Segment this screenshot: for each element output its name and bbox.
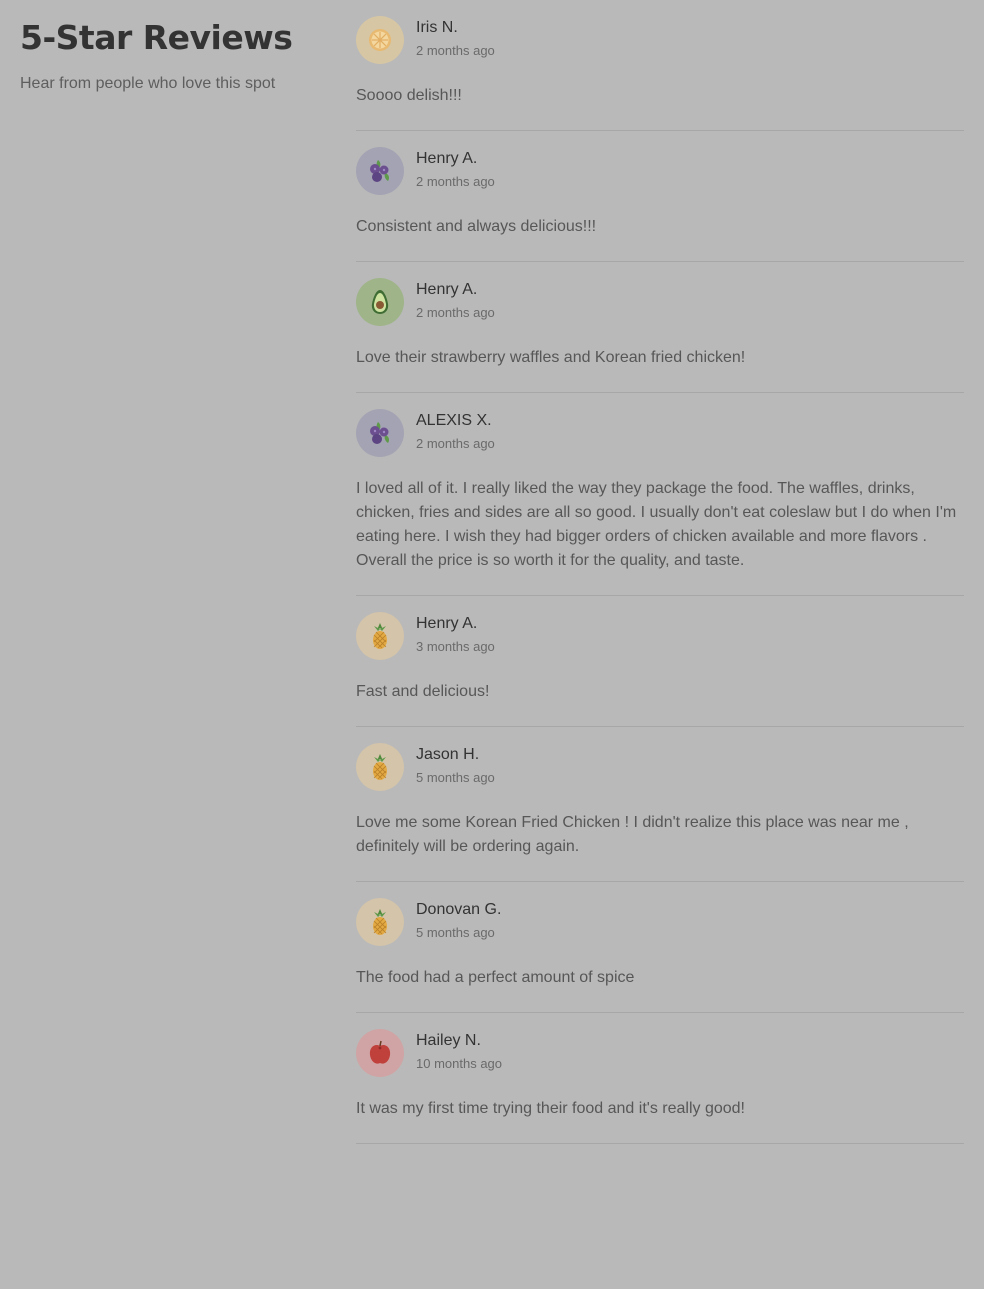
reviewer-name: Iris N. xyxy=(416,19,458,36)
review-date: 2 months ago xyxy=(416,305,495,320)
review-header: Iris N. 2 months ago xyxy=(356,16,964,64)
review-text: It was my first time trying their food a… xyxy=(356,1100,745,1117)
reviewer-name: Jason H. xyxy=(416,746,480,763)
review-text: Consistent and always delicious!!! xyxy=(356,218,597,235)
review-date: 2 months ago xyxy=(416,174,495,189)
reviewer-name: Henry A. xyxy=(416,281,478,298)
reviewer-name: Henry A. xyxy=(416,615,478,632)
lemon-icon xyxy=(356,16,404,64)
review-meta: Jason H. 5 months ago xyxy=(416,743,495,786)
review-meta: Donovan G. 5 months ago xyxy=(416,898,501,941)
apple-icon xyxy=(356,1029,404,1077)
review-header: Hailey N. 10 months ago xyxy=(356,1029,964,1077)
review-meta: Iris N. 2 months ago xyxy=(416,16,495,59)
review-header: Henry A. 3 months ago xyxy=(356,612,964,660)
reviewer-name: Donovan G. xyxy=(416,901,502,918)
pineapple-icon xyxy=(356,743,404,791)
reviewer-name: ALEXIS X. xyxy=(416,412,492,429)
review-date: 10 months ago xyxy=(416,1056,503,1071)
page-subtitle: Hear from people who love this spot xyxy=(20,75,276,92)
review-text: Soooo delish!!! xyxy=(356,87,462,104)
review-text: Love their strawberry waffles and Korean… xyxy=(356,349,746,366)
review-item: ALEXIS X. 2 months ago I loved all of it… xyxy=(356,393,964,596)
review-text: Love me some Korean Fried Chicken ! I di… xyxy=(356,814,909,855)
review-date: 5 months ago xyxy=(416,925,495,940)
review-meta: Hailey N. 10 months ago xyxy=(416,1029,502,1072)
blueberry-icon xyxy=(356,147,404,195)
review-meta: Henry A. 3 months ago xyxy=(416,612,495,655)
review-date: 3 months ago xyxy=(416,639,495,654)
avocado-icon xyxy=(356,278,404,326)
blueberry-icon xyxy=(356,409,404,457)
review-header: Henry A. 2 months ago xyxy=(356,278,964,326)
pineapple-icon xyxy=(356,612,404,660)
review-date: 2 months ago xyxy=(416,436,495,451)
review-meta: Henry A. 2 months ago xyxy=(416,278,495,321)
review-meta: Henry A. 2 months ago xyxy=(416,147,495,190)
reviews-list: Iris N. 2 months ago Soooo delish!!! Hen… xyxy=(356,0,964,1144)
review-header: Donovan G. 5 months ago xyxy=(356,898,964,946)
review-item: Jason H. 5 months ago Love me some Korea… xyxy=(356,727,964,882)
review-text: Fast and delicious! xyxy=(356,683,490,700)
review-item: Donovan G. 5 months ago The food had a p… xyxy=(356,882,964,1013)
review-item: Henry A. 2 months ago Consistent and alw… xyxy=(356,131,964,262)
review-text: The food had a perfect amount of spice xyxy=(356,969,635,986)
reviewer-name: Hailey N. xyxy=(416,1032,481,1049)
review-meta: ALEXIS X. 2 months ago xyxy=(416,409,495,452)
review-item: Hailey N. 10 months ago It was my first … xyxy=(356,1013,964,1144)
review-date: 5 months ago xyxy=(416,770,495,785)
review-header: Henry A. 2 months ago xyxy=(356,147,964,195)
reviews-intro: 5-Star Reviews Hear from people who love… xyxy=(20,16,320,94)
review-header: ALEXIS X. 2 months ago xyxy=(356,409,964,457)
review-item: Iris N. 2 months ago Soooo delish!!! xyxy=(356,0,964,131)
review-text: I loved all of it. I really liked the wa… xyxy=(356,480,957,569)
reviewer-name: Henry A. xyxy=(416,150,478,167)
pineapple-icon xyxy=(356,898,404,946)
review-date: 2 months ago xyxy=(416,43,495,58)
review-item: Henry A. 2 months ago Love their strawbe… xyxy=(356,262,964,393)
review-header: Jason H. 5 months ago xyxy=(356,743,964,791)
page-title: 5-Star Reviews xyxy=(20,18,293,57)
review-item: Henry A. 3 months ago Fast and delicious… xyxy=(356,596,964,727)
